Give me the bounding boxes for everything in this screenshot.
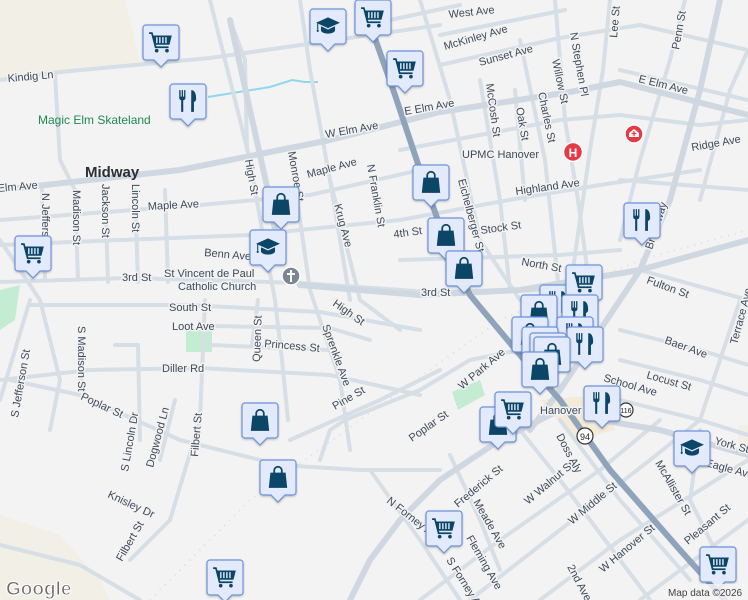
street-label: Princess St xyxy=(264,338,320,355)
street-label: High St xyxy=(242,158,260,196)
street-label: Benn Ave xyxy=(204,247,252,263)
bag-marker[interactable] xyxy=(412,164,450,208)
place-label-hanover: Hanover xyxy=(540,405,582,417)
street-label: S Lincoln Dr xyxy=(119,411,141,472)
hospital-poi[interactable]: UPMC Hanover H xyxy=(461,141,584,163)
street-label: Knisley Dr xyxy=(106,489,157,521)
street-label: Penn St xyxy=(670,10,689,51)
map-attribution[interactable]: Map data ©2026 xyxy=(668,588,743,599)
street-label: N Stephen Pl xyxy=(567,31,590,97)
bag-marker[interactable] xyxy=(259,459,297,503)
church-label-line1: St Vincent de Paul xyxy=(164,268,254,280)
route-94-shield: 94 xyxy=(576,427,594,445)
street-label: Filbert St xyxy=(189,412,205,457)
major-roads xyxy=(0,0,748,600)
restaurant-marker[interactable] xyxy=(169,83,207,127)
street-label: Willow St xyxy=(549,58,570,105)
street-label: South St xyxy=(169,302,211,314)
street-label: Elm Ave xyxy=(0,180,38,195)
park-area xyxy=(186,330,212,352)
street-label: Maple Ave xyxy=(148,198,200,213)
route-116-shield: 116 xyxy=(618,402,634,418)
street-label: Stock St xyxy=(480,219,522,237)
street-label: 4th St xyxy=(393,225,423,241)
hospital-icon: H xyxy=(562,141,584,163)
street-label: Lincoln St xyxy=(129,184,141,232)
street-label: Eagle Ave xyxy=(704,457,748,481)
street-label: Loot Ave xyxy=(172,321,215,333)
park-area xyxy=(0,285,20,330)
street-label: 3rd St xyxy=(421,287,450,299)
street-label: W Elm Ave xyxy=(324,120,379,141)
bag-marker[interactable] xyxy=(445,250,483,294)
street-label: Dogwood Ln xyxy=(144,406,172,469)
svg-text:94: 94 xyxy=(580,432,590,442)
street-label: S Madison St xyxy=(75,326,87,391)
minor-roads xyxy=(0,0,748,600)
street-label: W Park Ave xyxy=(456,346,508,392)
map-canvas[interactable]: 94 116 West Ave McKinley Ave Sunset Ave … xyxy=(0,0,748,600)
street-labels: West Ave McKinley Ave Sunset Ave E Elm A… xyxy=(0,3,748,600)
school-marker[interactable] xyxy=(249,229,287,273)
medical-clinic-icon[interactable] xyxy=(624,124,644,144)
street-label: 3rd St xyxy=(122,272,151,284)
google-logo: Google xyxy=(6,579,71,600)
street-label: Madison St xyxy=(70,190,82,245)
stream xyxy=(207,78,318,98)
street-label: Poplar St xyxy=(79,391,125,421)
street-label: Maple Ave xyxy=(306,156,359,181)
church-icon xyxy=(281,266,301,286)
church-label-line2: Catholic Church xyxy=(178,281,256,293)
cart-marker[interactable] xyxy=(206,559,244,600)
street-label: Jackson St xyxy=(99,184,111,238)
street-label: Poplar St xyxy=(407,409,451,445)
svg-text:H: H xyxy=(569,146,578,160)
poi-label-skateland[interactable]: Magic Elm Skateland xyxy=(38,113,151,127)
svg-text:116: 116 xyxy=(620,408,631,415)
street-label: Queen St xyxy=(251,315,265,362)
street-label: Oak St xyxy=(513,106,531,141)
street-label: Baer Ave xyxy=(663,335,709,361)
hospital-label: UPMC Hanover xyxy=(462,149,539,161)
bag-marker[interactable] xyxy=(262,186,300,230)
cart-marker[interactable] xyxy=(425,510,463,554)
street-label: N Franklin St xyxy=(364,163,387,228)
street-label: Lee St xyxy=(608,6,623,39)
street-label: Diller Rd xyxy=(162,363,204,375)
place-label-midway: Midway xyxy=(85,164,140,181)
street-label: 2nd Ave xyxy=(564,563,593,600)
bag-marker[interactable] xyxy=(241,402,279,446)
restaurant-marker[interactable] xyxy=(566,326,604,370)
